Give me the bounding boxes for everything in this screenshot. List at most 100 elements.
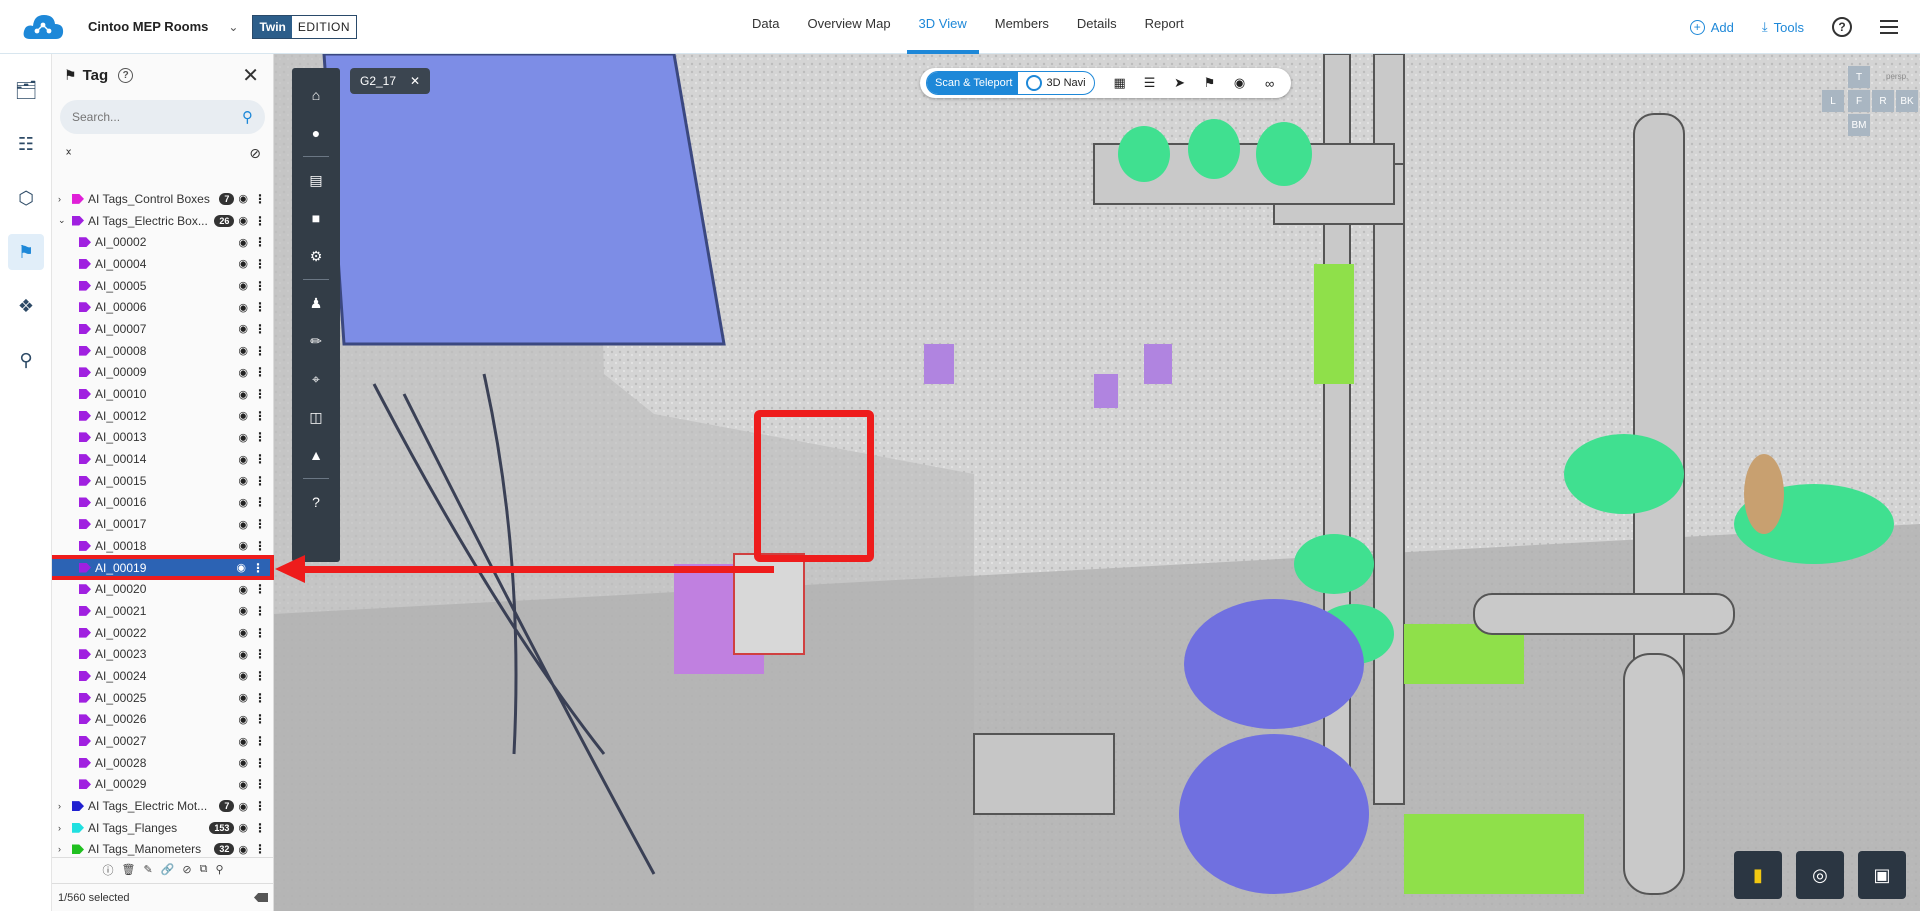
eye-icon[interactable]: ◉ [238,214,248,227]
camera-icon[interactable]: ◉ [1225,75,1255,91]
eye-icon[interactable]: ◉ [238,691,248,704]
tag-item-row[interactable]: AI_00021 ◉ ⋮ [52,600,274,622]
settings-icon[interactable]: ⚙ [304,244,328,268]
eye-icon[interactable]: ◉ [238,388,248,401]
eye-icon[interactable]: ◉ [238,669,248,682]
more-options-icon[interactable]: ⋮ [254,322,266,336]
eye-icon[interactable]: ◉ [238,453,248,466]
tag-item-row[interactable]: AI_00007 ◉ ⋮ [52,318,274,340]
chevron-down-icon[interactable]: ⌄ [58,215,68,226]
eye-icon[interactable]: ◉ [238,735,248,748]
tag-item-row[interactable]: AI_00024 ◉ ⋮ [52,665,274,687]
view-top[interactable]: T [1848,66,1870,88]
eye-icon[interactable]: ◉ [238,431,248,444]
navigation-mode-toggle[interactable]: Scan & Teleport 3D Navi [926,71,1095,95]
eye-icon[interactable]: ◉ [238,344,248,357]
chevron-right-icon[interactable]: › [58,194,68,204]
tab-3d-view[interactable]: 3D View [906,0,979,54]
tag-item-row[interactable]: AI_00019 ◉ ⋮ [52,554,274,581]
view-back[interactable]: BK [1896,90,1918,112]
eye-icon[interactable]: ◉ [238,648,248,661]
more-options-icon[interactable]: ⋮ [254,799,266,813]
flag-icon[interactable]: ⚑ [1195,75,1225,91]
more-options-icon[interactable]: ⋮ [254,430,266,444]
more-options-icon[interactable]: ⋮ [254,517,266,531]
tag-item-row[interactable]: AI_00025 ◉ ⋮ [52,687,274,709]
eye-icon[interactable]: ◉ [238,496,248,509]
tag-item-row[interactable]: AI_00008 ◉ ⋮ [52,340,274,362]
tag-item-row[interactable]: AI_00006 ◉ ⋮ [52,296,274,318]
crop-icon[interactable]: ⌖ [304,367,328,391]
eye-icon[interactable]: ◉ [238,192,248,205]
eye-icon[interactable]: ◉ [238,756,248,769]
tag-item-row[interactable]: AI_00002 ◉ ⋮ [52,231,274,253]
search-icon[interactable]: ⚲ [242,108,253,126]
more-options-icon[interactable]: ⋮ [254,192,266,206]
scan-chip[interactable]: G2_17 ✕ [350,68,431,94]
tag-item-row[interactable]: AI_00018 ◉ ⋮ [52,535,274,557]
tag-group-row[interactable]: ⌄ AI Tags_Electric Box... 26 ◉ ⋮ [52,210,274,232]
tag-item-row[interactable]: AI_00010 ◉ ⋮ [52,383,274,405]
cubes-icon[interactable]: ❖ [8,288,44,324]
cintoo-logo[interactable] [20,7,66,47]
tag-item-row[interactable]: AI_00013 ◉ ⋮ [52,427,274,449]
cursor-icon[interactable]: ➤ [1165,75,1195,91]
help-icon[interactable]: ? [304,490,328,514]
more-options-icon[interactable]: ⋮ [254,647,266,661]
tag-item-row[interactable]: AI_00015 ◉ ⋮ [52,470,274,492]
eye-icon[interactable]: ◉ [238,821,248,834]
more-options-icon[interactable]: ⋮ [254,235,266,249]
delete-icon[interactable]: 🗑 [121,863,135,876]
tag-item-row[interactable]: AI_00029 ◉ ⋮ [52,774,274,796]
tag-item-row[interactable]: AI_00027 ◉ ⋮ [52,730,274,752]
filter-icon[interactable]: ⚲ [215,863,223,876]
clear-selection-icon[interactable] [254,893,268,902]
data-folder-icon[interactable]: 🗂 [8,72,44,108]
tag-group-row[interactable]: › AI Tags_Flanges 153 ◉ ⋮ [52,817,274,839]
eye-icon[interactable]: ◉ [238,583,248,596]
3d-navi-mode[interactable]: 3D Navi [1018,72,1093,94]
eye-icon[interactable]: ◉ [238,800,248,813]
3d-viewport[interactable]: ⌂ ● ▤ ■ ⚙ ♟ ✏ ⌖ ◫ ▲ ? G2_17 ✕ Scan & Tel… [274,54,1920,911]
more-options-icon[interactable]: ⋮ [254,712,266,726]
eye-icon[interactable]: ◉ [238,236,248,249]
help-icon[interactable]: ? [118,67,134,83]
more-options-icon[interactable]: ⋮ [254,409,266,423]
view-bottom[interactable]: BM [1848,114,1870,136]
eye-icon[interactable]: ◉ [238,301,248,314]
tools-button[interactable]: ⤓ Tools [1762,19,1804,35]
tag-item-row[interactable]: AI_00009 ◉ ⋮ [52,362,274,384]
more-options-icon[interactable]: ⋮ [254,539,266,553]
mesh-icon[interactable]: ▲ [304,443,328,467]
hierarchy-icon[interactable]: ☷ [8,126,44,162]
more-options-icon[interactable]: ⋮ [254,279,266,293]
view-front[interactable]: F [1848,90,1870,112]
eye-icon[interactable]: ◉ [238,474,248,487]
tag-item-row[interactable]: AI_00023 ◉ ⋮ [52,643,274,665]
more-options-icon[interactable]: ⋮ [254,365,266,379]
collapse-all-icon[interactable]: ⌄ ⌃ [64,144,73,163]
more-options-icon[interactable]: ⋮ [254,495,266,509]
close-icon[interactable]: ✕ [242,63,259,88]
view-left[interactable]: L [1822,90,1844,112]
tab-members[interactable]: Members [983,0,1061,54]
more-options-icon[interactable]: ⋮ [254,821,266,835]
eye-icon[interactable]: ◉ [238,626,248,639]
chevron-right-icon[interactable]: › [58,844,68,854]
search-input[interactable] [72,110,222,124]
tag-item-row[interactable]: AI_00020 ◉ ⋮ [52,578,274,600]
more-options-icon[interactable]: ⋮ [254,214,266,228]
eye-icon[interactable]: ◉ [238,409,248,422]
more-options-icon[interactable]: ⋮ [254,669,266,683]
eye-icon[interactable]: ◉ [238,604,248,617]
chevron-right-icon[interactable]: › [58,823,68,833]
tag-icon[interactable]: ⚑ [8,234,44,270]
tab-report[interactable]: Report [1133,0,1196,54]
cube-icon[interactable]: ⬡ [8,180,44,216]
more-options-icon[interactable]: ⋮ [254,734,266,748]
more-options-icon[interactable]: ⋮ [254,842,266,856]
power-bi-icon[interactable]: ▮ [1734,851,1782,899]
minimap-icon[interactable]: ▣ [1858,851,1906,899]
link-icon[interactable]: 🔗 [161,863,175,876]
more-options-icon[interactable]: ⋮ [254,300,266,314]
